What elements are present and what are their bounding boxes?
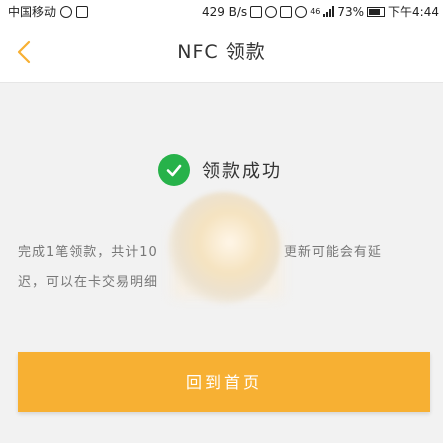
back-button[interactable] [10,36,42,68]
status-bar: 中国移动 429 B/s 46 73% 下午4:44 [0,0,443,22]
eye-icon [295,5,308,18]
carrier-label: 中国移动 [8,5,57,19]
status-left: 中国移动 [8,3,89,20]
page-title: NFC 领款 [177,41,266,63]
network-type: 46 [310,7,321,16]
status-right: 429 B/s 46 73% 下午4:44 [202,3,439,20]
description-line1-start: 完成1笔领款，共计10 [18,245,158,260]
success-check-icon [158,154,190,186]
app-notification-icon [76,5,89,18]
chevron-left-icon [17,40,31,64]
nav-header: NFC 领款 [0,22,443,83]
description-line1-end: 更新可能会有延 [283,245,382,260]
battery-icon [367,6,386,17]
redaction-blur [168,192,280,304]
hd-icon [280,5,293,18]
success-text: 领款成功 [202,161,282,182]
network-speed: 429 B/s [201,4,248,19]
back-to-home-button[interactable]: 回到首页 [18,352,430,412]
nfc-icon [250,5,263,18]
clock: 下午4:44 [388,5,439,19]
qq-icon [60,5,73,18]
signal-icon [323,6,335,17]
battery-percent: 73% [337,4,365,19]
alarm-icon [265,5,278,18]
success-status: 领款成功 [158,152,282,188]
